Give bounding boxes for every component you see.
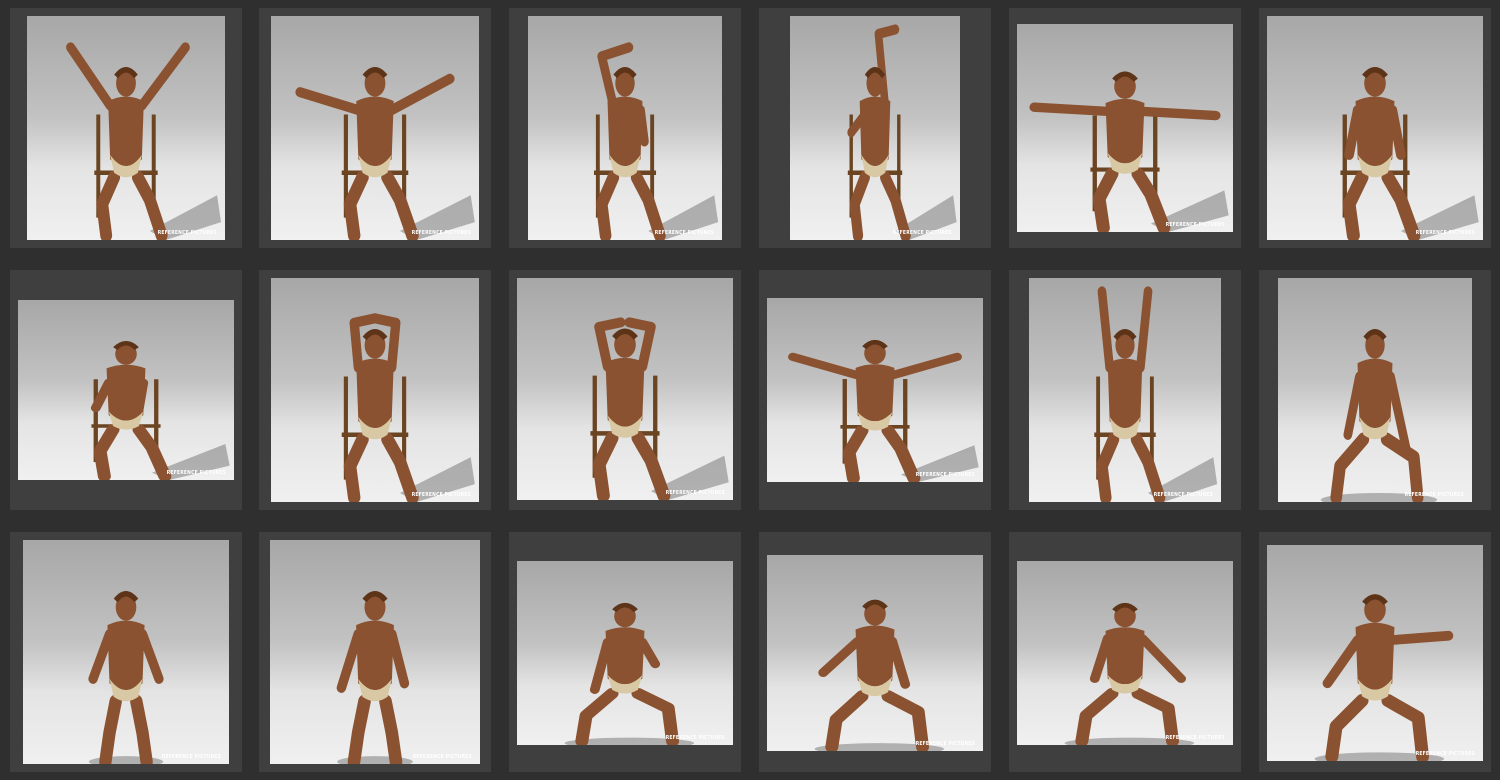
pose-photo: REFERENCE PICTURES: [1017, 24, 1233, 232]
pose-figure: [1029, 71, 1229, 232]
pose-photo: REFERENCE PICTURES: [270, 540, 480, 764]
thumbnail-tile[interactable]: REFERENCE PICTURES: [10, 532, 242, 772]
pose-figure: [336, 590, 413, 764]
watermark-label: REFERENCE PICTURES: [1404, 492, 1464, 498]
watermark-label: REFERENCE PICTURES: [665, 735, 725, 741]
pose-photo: REFERENCE PICTURES: [1267, 16, 1483, 240]
pose-figure: [1064, 602, 1195, 745]
thumbnail-tile[interactable]: REFERENCE PICTURES: [259, 8, 491, 248]
watermark-label: REFERENCE PICTURES: [412, 754, 472, 760]
pose-photo: REFERENCE PICTURES: [1029, 278, 1221, 502]
image-gallery: REFERENCE PICTURES REFERENCE PICTURES RE…: [0, 0, 1500, 780]
pose-figure: [295, 66, 475, 240]
thumbnail-tile[interactable]: REFERENCE PICTURES: [10, 270, 242, 510]
pose-photo: REFERENCE PICTURES: [517, 278, 733, 500]
watermark-label: REFERENCE PICTURES: [161, 754, 221, 760]
pose-photo: REFERENCE PICTURES: [271, 278, 479, 502]
thumbnail-tile[interactable]: REFERENCE PICTURES: [759, 8, 991, 248]
watermark-label: REFERENCE PICTURES: [1153, 492, 1213, 498]
watermark-label: REFERENCE PICTURES: [157, 230, 217, 236]
watermark-label: REFERENCE PICTURES: [1165, 222, 1225, 228]
thumbnail-tile[interactable]: REFERENCE PICTURES: [259, 270, 491, 510]
pose-figure: [590, 317, 729, 500]
thumbnail-tile[interactable]: REFERENCE PICTURES: [509, 270, 741, 510]
watermark-label: REFERENCE PICTURES: [654, 230, 714, 236]
thumbnail-tile[interactable]: REFERENCE PICTURES: [1009, 270, 1241, 510]
pose-photo: REFERENCE PICTURES: [790, 16, 960, 240]
thumbnail-tile[interactable]: REFERENCE PICTURES: [759, 532, 991, 772]
thumbnail-tile[interactable]: REFERENCE PICTURES: [509, 532, 741, 772]
pose-photo: REFERENCE PICTURES: [767, 298, 983, 482]
watermark-label: REFERENCE PICTURES: [1415, 230, 1475, 236]
pose-figure: [847, 24, 957, 240]
pose-photo: REFERENCE PICTURES: [517, 561, 733, 745]
thumbnail-tile[interactable]: REFERENCE PICTURES: [1259, 270, 1491, 510]
thumbnail-tile[interactable]: REFERENCE PICTURES: [1009, 532, 1241, 772]
pose-figure: [90, 340, 230, 480]
thumbnail-tile[interactable]: REFERENCE PICTURES: [759, 270, 991, 510]
pose-figure: [814, 599, 945, 751]
pose-photo: REFERENCE PICTURES: [23, 540, 229, 764]
thumbnail-tile[interactable]: REFERENCE PICTURES: [1259, 8, 1491, 248]
watermark-label: REFERENCE PICTURES: [1415, 751, 1475, 757]
pose-figure: [341, 313, 475, 502]
thumbnail-tile[interactable]: REFERENCE PICTURES: [1259, 532, 1491, 772]
watermark-label: REFERENCE PICTURES: [411, 230, 471, 236]
watermark-label: REFERENCE PICTURES: [915, 472, 975, 478]
pose-photo: REFERENCE PICTURES: [767, 555, 983, 751]
thumbnail-tile[interactable]: REFERENCE PICTURES: [259, 532, 491, 772]
watermark-label: REFERENCE PICTURES: [665, 490, 725, 496]
watermark-label: REFERENCE PICTURES: [166, 470, 226, 476]
pose-photo: REFERENCE PICTURES: [1017, 561, 1233, 745]
watermark-label: REFERENCE PICTURES: [1165, 735, 1225, 741]
pose-photo: REFERENCE PICTURES: [18, 300, 234, 480]
pose-photo: REFERENCE PICTURES: [271, 16, 479, 240]
watermark-label: REFERENCE PICTURES: [411, 492, 471, 498]
thumbnail-tile[interactable]: REFERENCE PICTURES: [10, 8, 242, 248]
thumbnail-tile[interactable]: REFERENCE PICTURES: [509, 8, 741, 248]
pose-figure: [1314, 594, 1454, 761]
pose-figure: [788, 339, 979, 482]
pose-figure: [593, 42, 719, 240]
pose-figure: [66, 42, 222, 240]
thumbnail-tile[interactable]: REFERENCE PICTURES: [1009, 8, 1241, 248]
watermark-label: REFERENCE PICTURES: [915, 741, 975, 747]
pose-photo: REFERENCE PICTURES: [27, 16, 225, 240]
pose-figure: [564, 602, 695, 745]
pose-photo: REFERENCE PICTURES: [528, 16, 722, 240]
pose-photo: REFERENCE PICTURES: [1267, 545, 1483, 761]
pose-figure: [1340, 66, 1479, 240]
pose-photo: REFERENCE PICTURES: [1278, 278, 1472, 502]
pose-figure: [88, 590, 164, 764]
pose-figure: [1094, 286, 1218, 502]
pose-figure: [1320, 328, 1438, 502]
watermark-label: REFERENCE PICTURES: [892, 230, 952, 236]
